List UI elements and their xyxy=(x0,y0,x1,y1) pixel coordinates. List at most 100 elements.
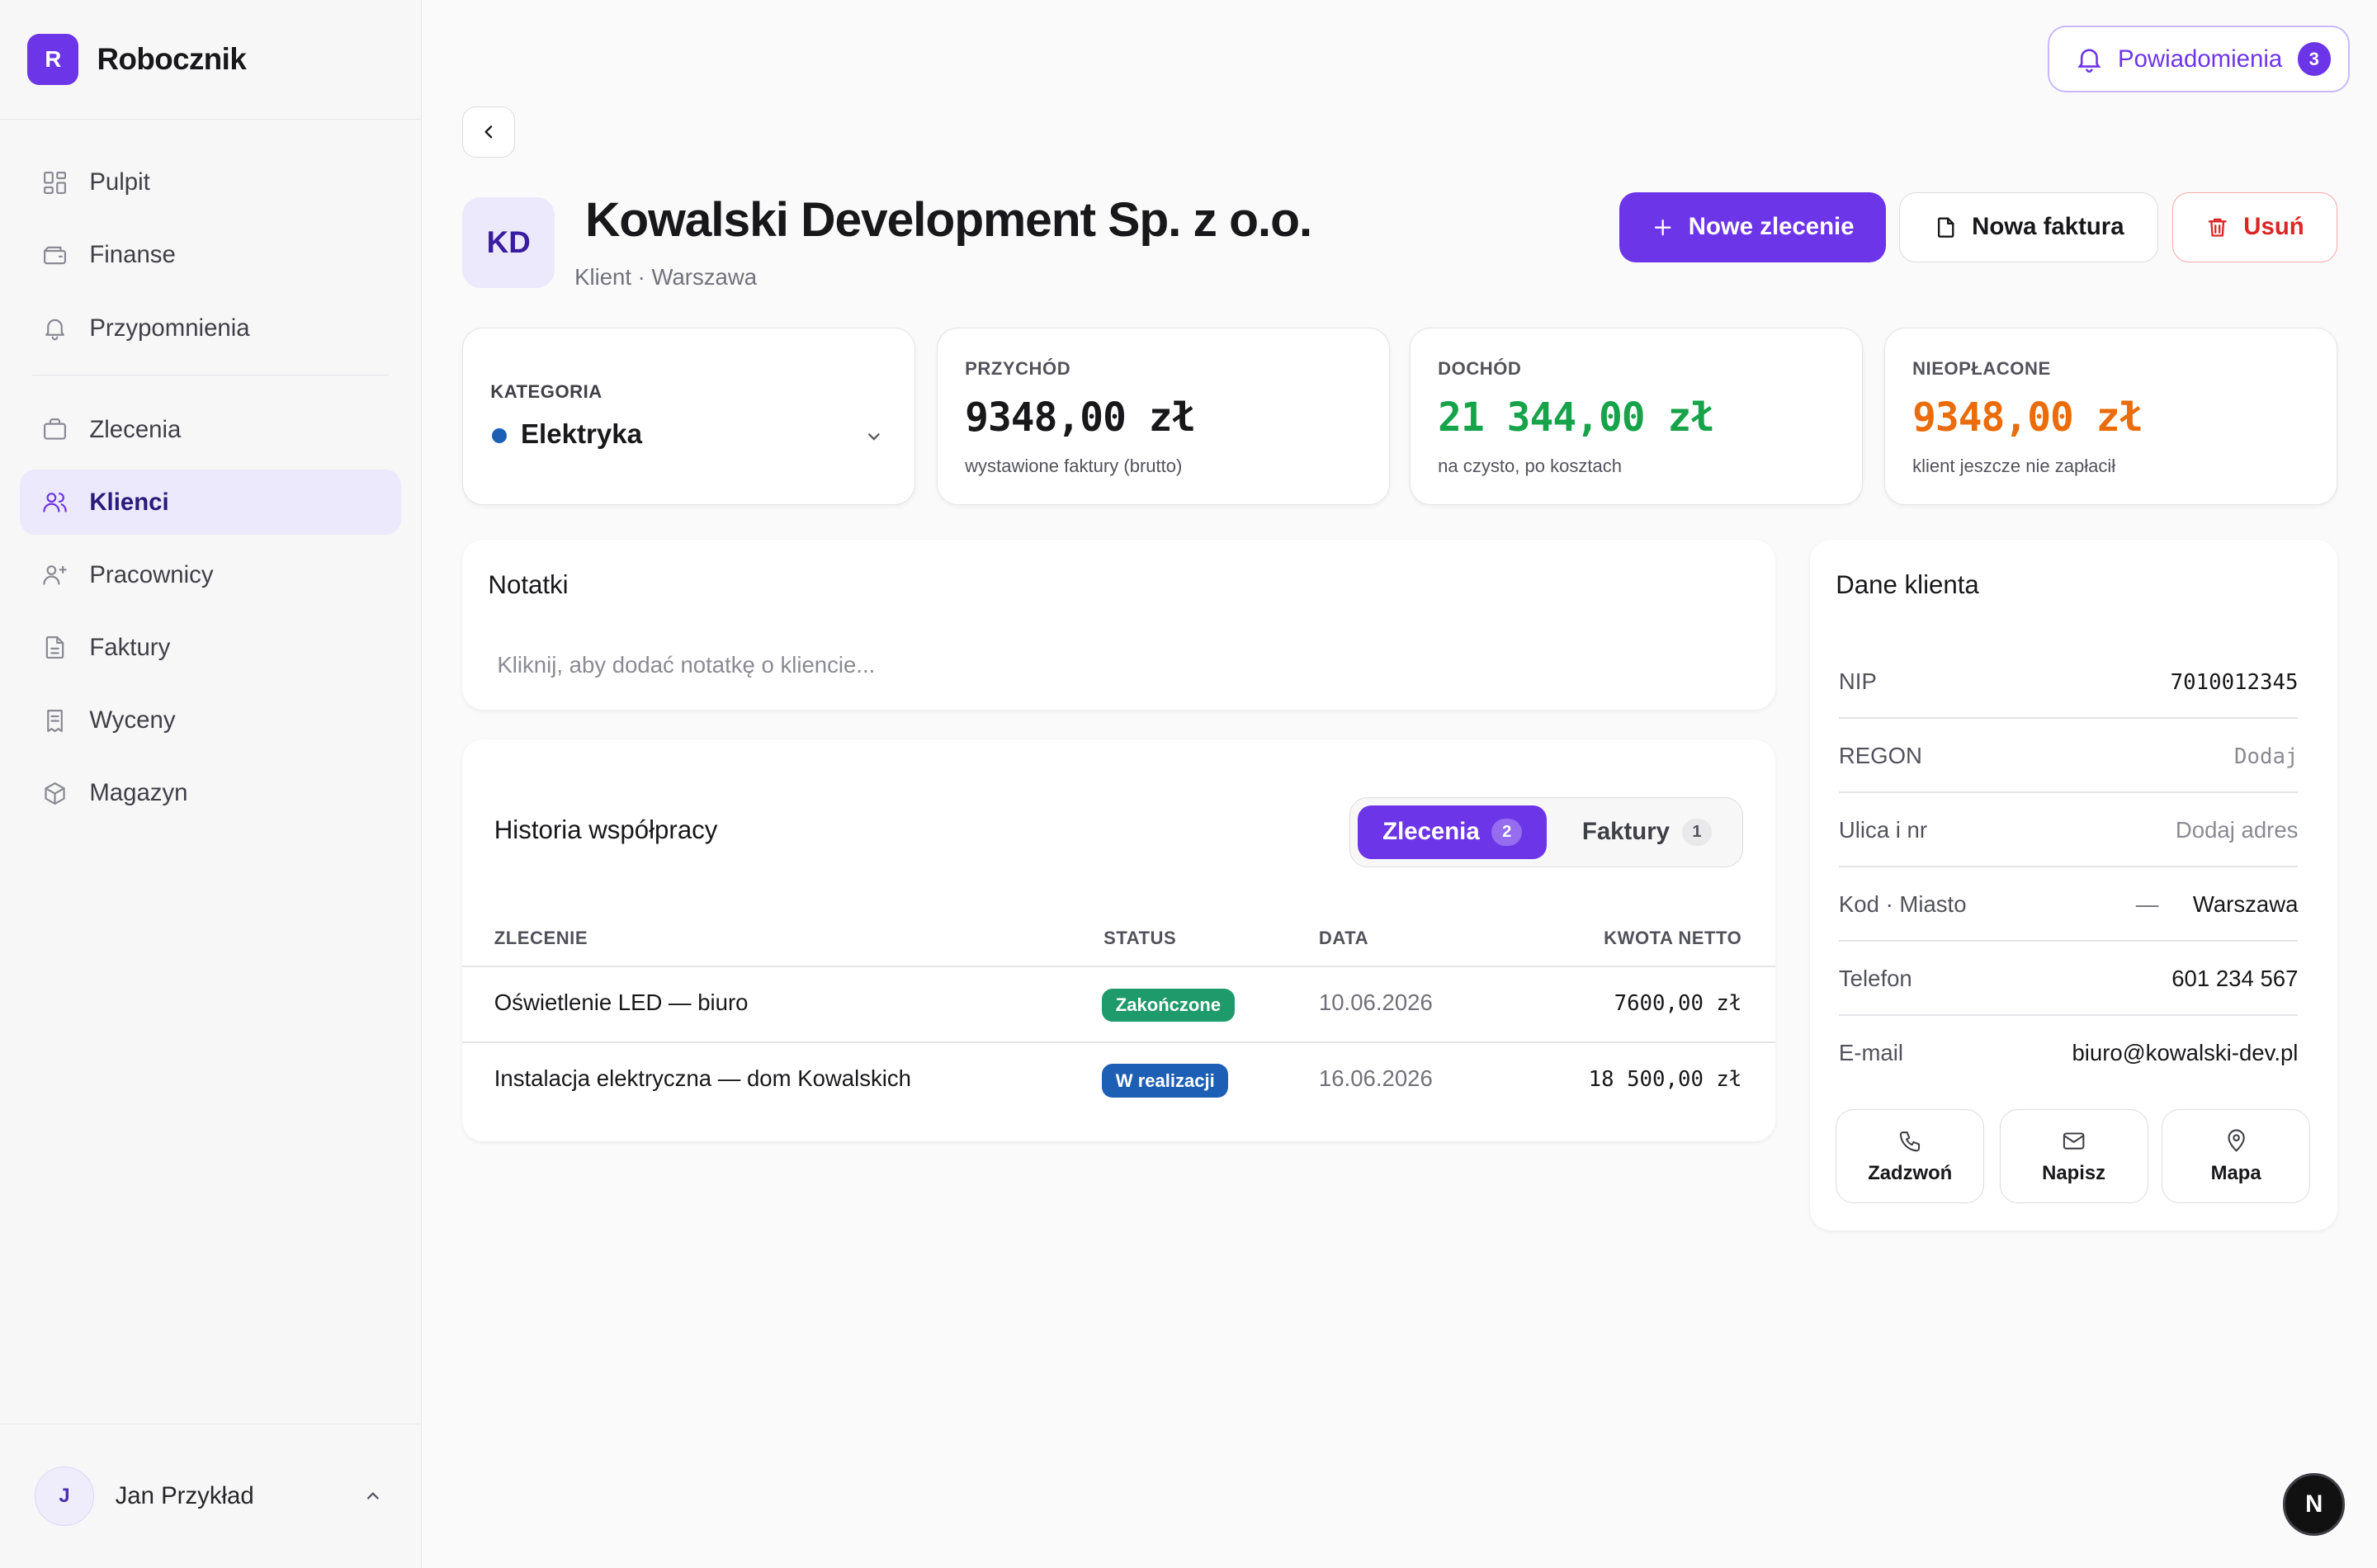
phone-value[interactable]: 601 234 567 xyxy=(2171,966,2298,992)
revenue-value: 9348,00 zł xyxy=(965,394,1195,441)
category-color-dot xyxy=(492,427,508,444)
tab-zlecenia[interactable]: Zlecenia 2 xyxy=(1357,805,1548,859)
postal-code-value[interactable]: — xyxy=(2136,891,2159,918)
client-avatar: KD xyxy=(462,196,555,288)
divider xyxy=(462,1041,1775,1043)
sidebar-item-klienci[interactable]: Klienci xyxy=(19,470,401,536)
sidebar-item-label: Klienci xyxy=(89,488,169,516)
revenue-label: PRZYCHÓD xyxy=(965,358,1071,380)
history-tabs: Zlecenia 2 Faktury 1 xyxy=(1349,797,1744,867)
nip-label: NIP xyxy=(1838,668,1877,694)
user-name: Jan Przykład xyxy=(115,1482,254,1510)
new-invoice-button[interactable]: Nowa faktura xyxy=(1899,192,2159,262)
tab-label: Zlecenia xyxy=(1382,818,1480,846)
sidebar-item-faktury[interactable]: Faktury xyxy=(20,616,401,681)
history-card: Historia współpracy Zlecenia 2 Faktury 1… xyxy=(462,739,1775,1142)
client-subtitle: Klient · Warszawa xyxy=(574,263,758,290)
column-header-status: STATUS xyxy=(1103,928,1177,949)
sidebar-item-pracownicy[interactable]: Pracownicy xyxy=(20,542,401,607)
income-card: DOCHÓD 21 344,00 zł na czysto, po koszta… xyxy=(1410,327,1864,505)
receipt-icon xyxy=(46,709,63,732)
app-root: R Robocznik Pulpit Finanse Przypomnienia… xyxy=(0,0,2377,1568)
sidebar-item-label: Pracownicy xyxy=(89,560,214,588)
chevron-down-icon xyxy=(863,425,885,453)
street-add-link[interactable]: Dodaj adres xyxy=(2176,817,2299,843)
notes-title: Notatki xyxy=(488,569,569,599)
unpaid-sub: klient jeszcze nie zapłacił xyxy=(1912,456,2116,476)
column-header-amount: KWOTA NETTO xyxy=(1604,928,1742,949)
sidebar-nav: Pulpit Finanse Przypomnienia Zlecenia Kl… xyxy=(0,120,421,826)
write-button[interactable]: Napisz xyxy=(1999,1109,2148,1204)
order-name: Oświetlenie LED — biuro xyxy=(494,989,749,1016)
nav-divider xyxy=(31,374,390,376)
sidebar-item-magazyn[interactable]: Magazyn xyxy=(20,761,401,826)
client-data-card: Dane klienta NIP 7010012345 REGON Dodaj … xyxy=(1810,539,2338,1231)
sidebar-item-label: Przypomnienia xyxy=(89,314,250,342)
category-label: KATEGORIA xyxy=(490,381,603,402)
income-label: DOCHÓD xyxy=(1438,358,1522,380)
brand[interactable]: R Robocznik xyxy=(0,0,421,120)
dev-tools-button[interactable]: N xyxy=(2283,1473,2346,1536)
category-select[interactable]: KATEGORIA Elektryka xyxy=(462,327,916,505)
nip-value[interactable]: 7010012345 xyxy=(2171,670,2299,695)
user-menu[interactable]: J Jan Przykład xyxy=(0,1424,420,1567)
sidebar-item-label: Faktury xyxy=(89,634,171,662)
divider xyxy=(1838,1013,2299,1016)
history-title: Historia współpracy xyxy=(494,815,718,845)
order-date: 10.06.2026 xyxy=(1318,989,1433,1016)
sidebar-item-finanse[interactable]: Finanse xyxy=(20,223,401,288)
file-icon xyxy=(1938,217,1954,238)
regon-add-link[interactable]: Dodaj xyxy=(2234,744,2298,769)
sidebar-item-pulpit[interactable]: Pulpit xyxy=(20,150,401,215)
map-label: Mapa xyxy=(2210,1161,2261,1184)
sidebar: R Robocznik Pulpit Finanse Przypomnienia… xyxy=(0,0,422,1568)
notifications-label: Powiadomienia xyxy=(2117,45,2283,73)
mail-icon xyxy=(2063,1132,2085,1150)
sidebar-item-label: Wyceny xyxy=(89,706,176,734)
sidebar-item-zlecenia[interactable]: Zlecenia xyxy=(20,397,401,462)
call-button[interactable]: Zadzwoń xyxy=(1836,1109,1985,1204)
email-value[interactable]: biuro@kowalski-dev.pl xyxy=(2072,1040,2298,1066)
bell-icon xyxy=(45,319,64,341)
column-header-date: DATA xyxy=(1318,928,1369,949)
notes-card: Notatki Kliknij, aby dodać notatkę o kli… xyxy=(462,539,1775,710)
tab-faktury[interactable]: Faktury 1 xyxy=(1557,805,1737,858)
sidebar-item-wyceny[interactable]: Wyceny xyxy=(20,688,401,753)
unpaid-label: NIEOPŁACONE xyxy=(1912,358,2051,380)
phone-icon xyxy=(1899,1131,1920,1152)
tab-count-badge: 1 xyxy=(1681,818,1713,846)
sidebar-item-przypomnienia[interactable]: Przypomnienia xyxy=(20,295,401,361)
map-button[interactable]: Mapa xyxy=(2162,1109,2311,1204)
sidebar-item-label: Pulpit xyxy=(89,168,150,196)
trash-icon xyxy=(2209,218,2228,237)
city-value[interactable]: Warszawa xyxy=(2193,891,2299,918)
divider xyxy=(1838,939,2299,942)
new-order-button[interactable]: Nowe zlecenie xyxy=(1619,192,1886,262)
brand-name: Robocznik xyxy=(97,42,247,77)
order-name: Instalacja elektryczna — dom Kowalskich xyxy=(494,1065,911,1092)
status-badge: W realizacji xyxy=(1102,1064,1229,1098)
notifications-button[interactable]: Powiadomienia 3 xyxy=(2048,26,2350,93)
revenue-card: PRZYCHÓD 9348,00 zł wystawione faktury (… xyxy=(937,327,1391,505)
notes-input[interactable]: Kliknij, aby dodać notatkę o kliencie... xyxy=(497,652,875,678)
sidebar-item-label: Magazyn xyxy=(89,779,188,807)
phone-label: Telefon xyxy=(1838,965,1912,991)
write-label: Napisz xyxy=(2042,1161,2106,1184)
chevron-left-icon xyxy=(484,125,493,139)
brand-logo: R xyxy=(27,33,79,86)
status-badge: Zakończone xyxy=(1102,988,1235,1022)
regon-label: REGON xyxy=(1838,742,1922,768)
bell-icon xyxy=(2077,49,2101,73)
unpaid-value: 9348,00 zł xyxy=(1912,394,2143,441)
revenue-sub: wystawione faktury (brutto) xyxy=(965,456,1183,476)
file-icon xyxy=(45,636,64,659)
delete-button[interactable]: Usuń xyxy=(2171,192,2338,262)
divider xyxy=(1838,865,2299,867)
back-button[interactable] xyxy=(462,106,516,158)
users-icon xyxy=(42,493,67,512)
unpaid-card: NIEOPŁACONE 9348,00 zł klient jeszcze ni… xyxy=(1884,327,2338,505)
street-label: Ulica i nr xyxy=(1838,816,1928,843)
tab-count-badge: 2 xyxy=(1491,818,1523,846)
sidebar-item-label: Zlecenia xyxy=(89,415,182,443)
delete-label: Usuń xyxy=(2243,213,2304,241)
